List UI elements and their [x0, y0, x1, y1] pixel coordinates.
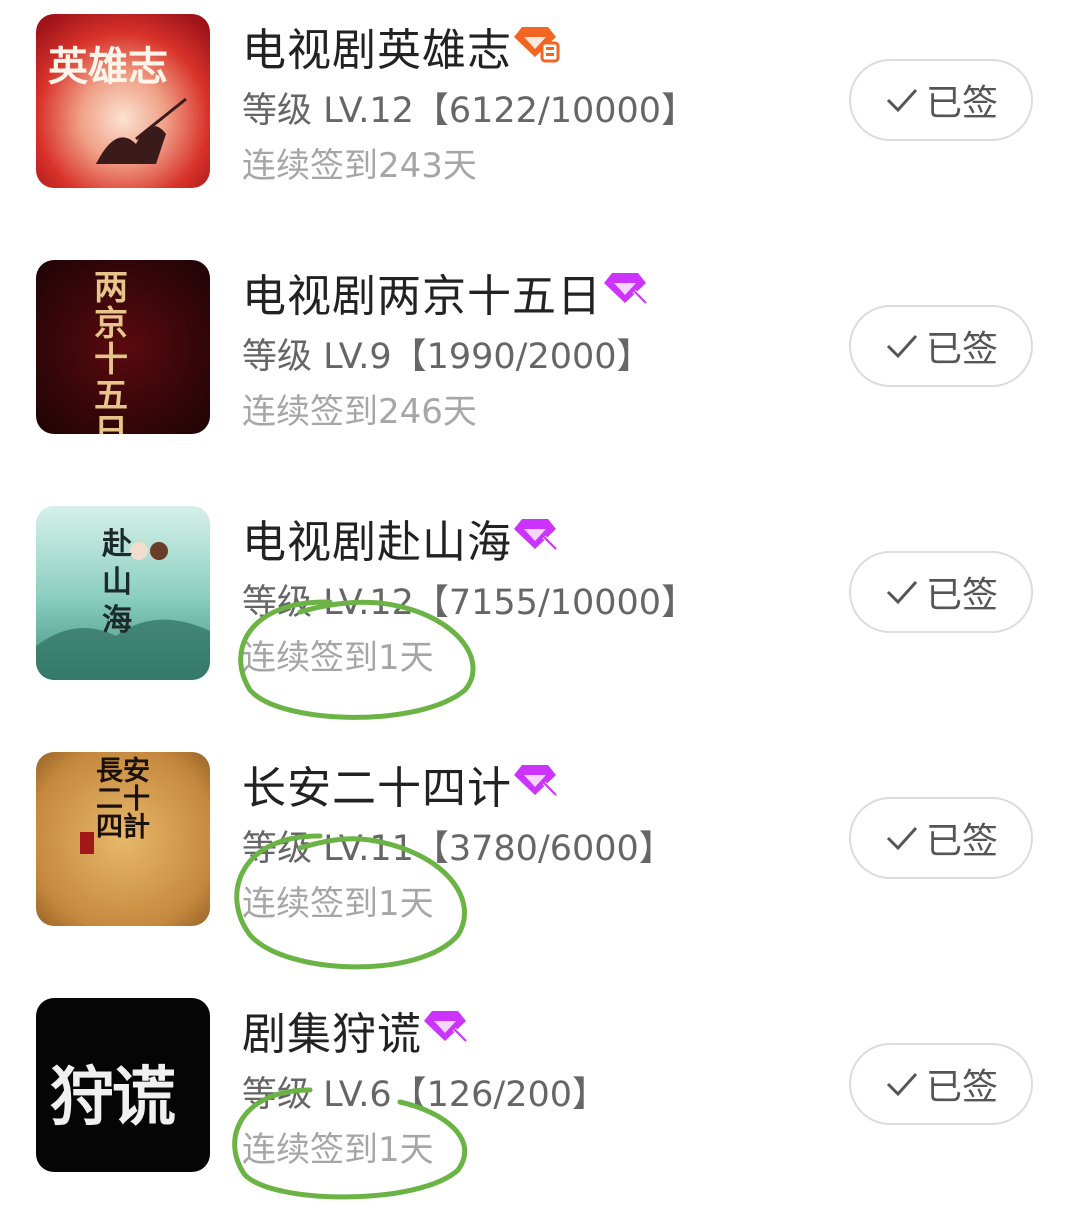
signin-streak: 连续签到246天 [242, 392, 477, 432]
diamond-badge-icon [604, 273, 648, 305]
forum-cover-image[interactable]: 赴山海 [36, 506, 210, 680]
forum-title-row: 电视剧两京十五日 [242, 260, 650, 324]
list-item[interactable]: 英雄志 电视剧英雄志 等级 LV.12【6122/10000】 连续签到243天… [0, 0, 1080, 246]
cover-title-text: 两京十五日 [94, 268, 128, 434]
signin-streak: 连续签到1天 [242, 1130, 434, 1170]
cover-title-text: 赴山海 [102, 527, 132, 638]
list-item[interactable]: 赴山海 电视剧赴山海 等级 LV.12【7155/10000】 连续签到1天 已… [0, 492, 1080, 738]
forum-level: 等级 LV.12【7155/10000】 [242, 583, 697, 623]
diamond-badge-icon [514, 765, 558, 797]
forum-title-row: 剧集狩谎 [242, 998, 470, 1062]
cover-title-text: 長安二十四計 [96, 756, 150, 843]
signed-in-button[interactable]: 已签 [849, 1043, 1033, 1125]
forum-title-row: 电视剧英雄志 [242, 14, 560, 78]
diamond-badge-icon [424, 1011, 468, 1043]
forum-title[interactable]: 电视剧英雄志 [242, 14, 512, 78]
signin-streak: 连续签到243天 [242, 146, 477, 186]
list-item[interactable]: 两京十五日 电视剧两京十五日 等级 LV.9【1990/2000】 连续签到24… [0, 246, 1080, 492]
forum-title-row: 长安二十四计 [242, 752, 560, 816]
forum-level: 等级 LV.11【3780/6000】 [242, 829, 674, 869]
forum-list: 英雄志 电视剧英雄志 等级 LV.12【6122/10000】 连续签到243天… [0, 0, 1080, 1204]
cover-title-text: 狩谎 [50, 1060, 176, 1135]
check-icon [886, 88, 918, 113]
forum-title[interactable]: 剧集狩谎 [242, 998, 422, 1062]
signed-in-button[interactable]: 已签 [849, 59, 1033, 141]
forum-cover-image[interactable]: 两京十五日 [36, 260, 210, 434]
signed-in-label: 已签 [925, 1067, 998, 1108]
check-icon [886, 580, 918, 605]
signin-streak: 连续签到1天 [242, 638, 434, 678]
signed-in-label: 已签 [925, 329, 998, 370]
forum-level: 等级 LV.9【1990/2000】 [242, 337, 652, 377]
check-icon [886, 334, 918, 359]
list-item[interactable]: 狩谎 剧集狩谎 等级 LV.6【126/200】 连续签到1天 已签 [0, 984, 1080, 1230]
signed-in-button[interactable]: 已签 [849, 797, 1033, 879]
forum-cover-image[interactable]: 英雄志 [36, 14, 210, 188]
signed-in-button[interactable]: 已签 [849, 551, 1033, 633]
forum-level: 等级 LV.12【6122/10000】 [242, 91, 697, 131]
list-item[interactable]: 長安二十四計 长安二十四计 等级 LV.11【3780/6000】 连续签到1天… [0, 738, 1080, 984]
signin-streak: 连续签到1天 [242, 884, 434, 924]
level-badge-icon [514, 27, 560, 63]
signed-in-button[interactable]: 已签 [849, 305, 1033, 387]
forum-cover-image[interactable]: 長安二十四計 [36, 752, 210, 926]
forum-title-row: 电视剧赴山海 [242, 506, 560, 570]
forum-title[interactable]: 长安二十四计 [242, 752, 512, 816]
check-icon [886, 826, 918, 851]
forum-cover-image[interactable]: 狩谎 [36, 998, 210, 1172]
signed-in-label: 已签 [925, 575, 998, 616]
cover-title-text: 英雄志 [48, 43, 168, 90]
signed-in-label: 已签 [925, 83, 998, 124]
signed-in-label: 已签 [925, 821, 998, 862]
forum-title[interactable]: 电视剧两京十五日 [242, 260, 602, 324]
forum-title[interactable]: 电视剧赴山海 [242, 506, 512, 570]
check-icon [886, 1072, 918, 1097]
forum-level: 等级 LV.6【126/200】 [242, 1075, 608, 1115]
diamond-badge-icon [514, 519, 558, 551]
